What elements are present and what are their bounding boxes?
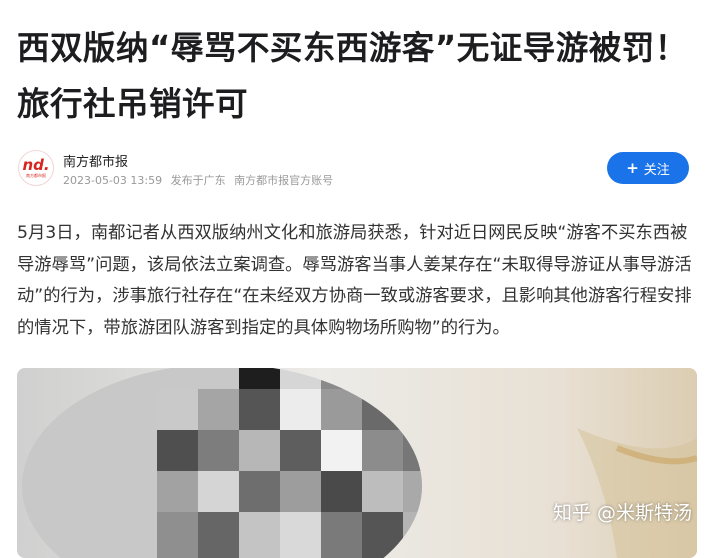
account-type: 南方都市报官方账号 <box>234 174 334 187</box>
publish-location: 发布于广东 <box>170 174 226 187</box>
article-meta: 2023-05-03 13:59 发布于广东 南方都市报官方账号 <box>63 172 338 188</box>
author-row: nd. 南方都市报 南方都市报 2023-05-03 13:59 发布于广东 南… <box>18 150 698 190</box>
avatar-logo-subtext: 南方都市报 <box>26 173 46 178</box>
avatar-logo-text: nd. <box>22 156 50 174</box>
follow-button-label: 关注 <box>643 162 670 178</box>
follow-button[interactable]: + 关注 <box>607 152 689 184</box>
article-title: 西双版纳“辱骂不买东西游客”无证导游被罚！旅行社吊销许可 <box>17 29 688 123</box>
publish-date: 2023-05-03 13:59 <box>63 174 163 187</box>
zhihu-watermark: 知乎 @米斯特汤 <box>552 502 692 524</box>
author-name[interactable]: 南方都市报 <box>63 151 128 170</box>
article-paragraph: 5月3日，南都记者从西双版纳州文化和旅游局获悉，针对近日网民反映“游客不买东西被… <box>17 223 692 338</box>
article-image[interactable] <box>17 368 697 558</box>
plus-icon: + <box>626 158 639 177</box>
pixelated-photo-icon <box>17 368 697 558</box>
author-avatar[interactable]: nd. 南方都市报 <box>18 150 54 186</box>
